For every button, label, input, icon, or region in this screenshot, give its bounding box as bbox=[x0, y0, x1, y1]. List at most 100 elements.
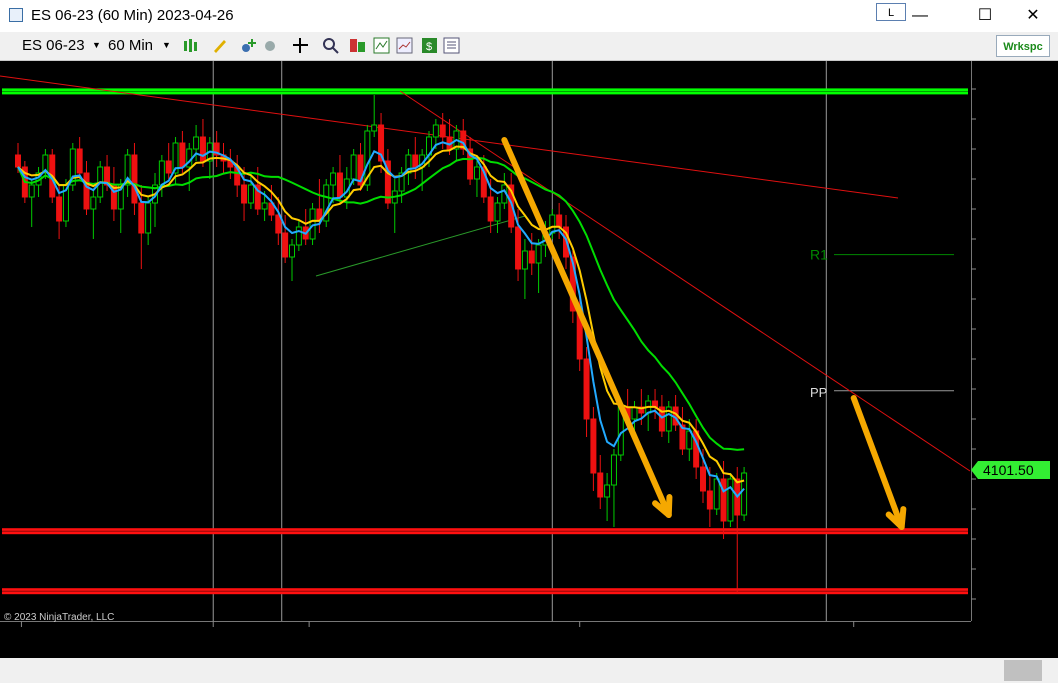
candle-body bbox=[28, 184, 35, 198]
strategies-icon[interactable] bbox=[349, 37, 366, 54]
candles-layer bbox=[15, 95, 748, 593]
candle-body bbox=[700, 466, 706, 492]
candle-body bbox=[56, 196, 63, 222]
y-tick-label: 4130.00 bbox=[982, 291, 1033, 307]
candle-body bbox=[145, 202, 152, 234]
candle-body bbox=[473, 166, 480, 180]
y-tick-label: 4135.00 bbox=[982, 261, 1033, 277]
candle-body bbox=[487, 196, 494, 222]
y-tick-label: 4145.00 bbox=[982, 201, 1033, 217]
candle-body bbox=[727, 478, 734, 522]
candle-body bbox=[412, 154, 419, 168]
candle-body bbox=[336, 172, 343, 198]
candle-body bbox=[706, 490, 713, 510]
trendline-down-2 bbox=[399, 90, 971, 472]
interval-selector[interactable]: 60 Min bbox=[108, 37, 153, 54]
candle-body bbox=[597, 472, 604, 498]
candle-body bbox=[76, 148, 83, 174]
y-tick-label: 4095.00 bbox=[982, 501, 1033, 517]
data-box-icon[interactable] bbox=[396, 37, 413, 54]
close-button[interactable]: ✕ bbox=[1010, 0, 1056, 32]
remove-indicator-icon[interactable] bbox=[262, 37, 279, 54]
pivot-label-r1: R1 bbox=[810, 247, 828, 263]
bar-type-icon[interactable] bbox=[182, 37, 199, 54]
candle-body bbox=[90, 196, 97, 210]
candle-body bbox=[604, 484, 611, 498]
x-tick-label: 4/26 bbox=[840, 629, 867, 645]
last-price-label: 4101.50 bbox=[983, 462, 1034, 478]
candle-body bbox=[83, 172, 90, 210]
candle-body bbox=[199, 136, 206, 162]
candle-body bbox=[247, 184, 254, 204]
instrument-dropdown-icon[interactable]: ▼ bbox=[92, 40, 101, 50]
candle-body bbox=[583, 358, 590, 420]
interval-dropdown-icon[interactable]: ▼ bbox=[162, 40, 171, 50]
candle-body bbox=[371, 124, 378, 132]
minimize-button[interactable]: — bbox=[897, 0, 943, 32]
zoom-icon[interactable] bbox=[322, 37, 339, 54]
candle-body bbox=[138, 202, 145, 234]
y-tick-label: 4080.00 bbox=[982, 591, 1033, 607]
add-indicator-icon[interactable] bbox=[240, 37, 257, 54]
scrollbar-thumb[interactable] bbox=[1004, 660, 1042, 681]
y-tick-label: 4120.00 bbox=[982, 351, 1033, 367]
candle-body bbox=[590, 418, 597, 474]
instrument-selector[interactable]: ES 06-23 bbox=[22, 37, 85, 54]
candle-body bbox=[535, 244, 542, 264]
candle-body bbox=[282, 232, 289, 258]
candle-body bbox=[193, 136, 200, 150]
candle-body bbox=[741, 472, 748, 516]
candle-body bbox=[556, 214, 563, 228]
y-tick-label: 4150.00 bbox=[982, 171, 1033, 187]
candle-body bbox=[610, 454, 617, 486]
price-chart[interactable]: © 2023 NinjaTrader, LLC R1 PP 4165.00 4160.… bbox=[0, 61, 1058, 658]
candle-body bbox=[528, 250, 535, 264]
trendline-up bbox=[315, 215, 526, 277]
candle-body bbox=[432, 124, 439, 138]
y-tick-label: 4105.00 bbox=[982, 441, 1033, 457]
candle-body bbox=[179, 142, 186, 168]
candle-body bbox=[158, 160, 165, 186]
candle-body bbox=[295, 226, 302, 246]
levels-layer: R1 PP bbox=[0, 75, 971, 595]
workspace-button[interactable]: Wrkspc bbox=[996, 35, 1050, 57]
candle-body bbox=[165, 160, 172, 174]
properties-icon[interactable] bbox=[443, 37, 460, 54]
grid-layer bbox=[212, 61, 827, 621]
y-tick-label: 4090.00 bbox=[982, 531, 1033, 547]
money-icon[interactable]: $ bbox=[421, 37, 438, 54]
y-tick-label: 4140.00 bbox=[982, 231, 1033, 247]
candle-body bbox=[350, 154, 357, 180]
y-tick-label: 4125.00 bbox=[982, 321, 1033, 337]
x-tick-label: 4/24 bbox=[295, 629, 322, 645]
svg-text:$: $ bbox=[426, 41, 432, 53]
annotation-arrow-1 bbox=[850, 395, 905, 530]
draw-tool-icon[interactable] bbox=[211, 37, 228, 54]
chart-app-icon bbox=[9, 8, 23, 22]
y-tick-label: 4115.00 bbox=[982, 381, 1032, 397]
candle-body bbox=[261, 202, 268, 210]
candle-body bbox=[330, 172, 337, 186]
indicator-line-sma20 bbox=[17, 156, 745, 451]
copyright-text: © 2023 NinjaTrader, LLC bbox=[4, 612, 114, 623]
pivot-label-pp: PP bbox=[810, 385, 827, 400]
candle-body bbox=[631, 406, 638, 420]
chart-toolbar: ES 06-23 ▼ 60 Min ▼ $ Wrkspc bbox=[0, 32, 1058, 61]
candle-body bbox=[713, 478, 720, 510]
candle-body bbox=[515, 226, 522, 270]
candle-body bbox=[439, 124, 446, 138]
candle-body bbox=[494, 202, 501, 222]
candle-body bbox=[241, 184, 248, 204]
window-title: ES 06-23 (60 Min) 2023-04-26 bbox=[31, 7, 234, 24]
candle-body bbox=[131, 154, 138, 204]
y-tick-label: 4085.00 bbox=[982, 561, 1033, 577]
annotation-arrow-0 bbox=[501, 137, 672, 518]
x-tick-label: 4/25 bbox=[566, 629, 593, 645]
chart-trader-icon[interactable] bbox=[373, 37, 390, 54]
maximize-button[interactable]: ☐ bbox=[962, 0, 1008, 32]
chart-svg[interactable]: © 2023 NinjaTrader, LLC R1 PP 4165.00 4160.… bbox=[0, 61, 1058, 658]
horizontal-scrollbar[interactable] bbox=[0, 658, 1058, 683]
crosshair-icon[interactable] bbox=[292, 37, 309, 54]
candle-body bbox=[521, 250, 528, 270]
candle-body bbox=[289, 244, 295, 258]
